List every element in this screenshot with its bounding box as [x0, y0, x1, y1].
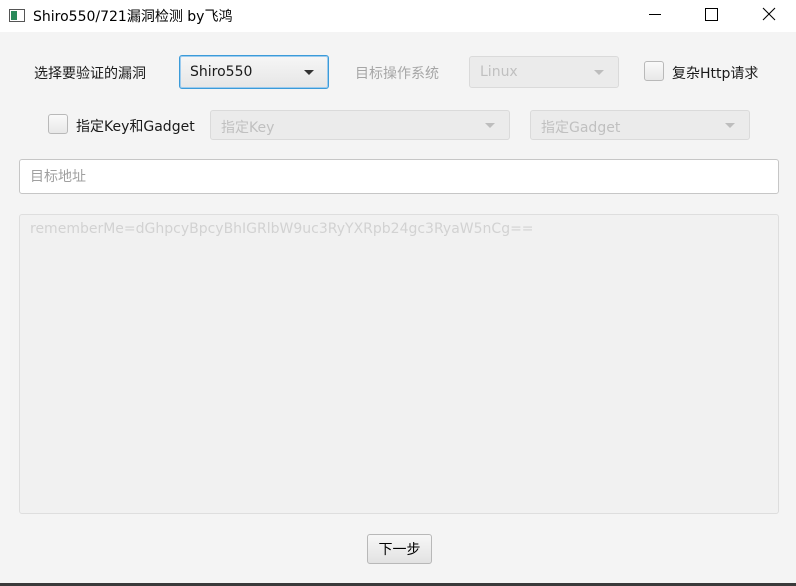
key-select-placeholder: 指定Key: [221, 120, 275, 136]
os-select[interactable]: Linux: [469, 56, 619, 88]
app-icon: [9, 9, 25, 22]
close-button[interactable]: [746, 0, 792, 32]
chevron-down-icon: [485, 123, 495, 128]
minimize-button[interactable]: [632, 0, 678, 32]
payload-textarea[interactable]: [19, 214, 779, 514]
os-select-value: Linux: [480, 64, 518, 80]
close-icon: [762, 7, 776, 21]
vuln-label: 选择要验证的漏洞: [34, 66, 146, 82]
minimize-icon: [649, 14, 661, 15]
complex-http-label[interactable]: 复杂Http请求: [672, 63, 758, 83]
gadget-select-placeholder: 指定Gadget: [541, 120, 621, 136]
vuln-select-value: Shiro550: [190, 64, 253, 80]
maximize-icon: [705, 8, 718, 21]
next-button[interactable]: 下一步: [367, 534, 432, 564]
key-gadget-checkbox[interactable]: [48, 114, 68, 134]
chevron-down-icon: [304, 70, 314, 75]
os-label: 目标操作系统: [355, 66, 439, 82]
vuln-select[interactable]: Shiro550: [179, 55, 329, 89]
target-address-input[interactable]: [19, 159, 779, 194]
complex-http-checkbox[interactable]: [644, 61, 664, 81]
key-select[interactable]: 指定Key: [210, 110, 510, 140]
title-bar[interactable]: Shiro550/721漏洞检测 by飞鸿: [0, 0, 796, 32]
app-window: Shiro550/721漏洞检测 by飞鸿 选择要验证的漏洞 Shiro550 …: [0, 0, 796, 583]
maximize-button[interactable]: [688, 0, 734, 32]
key-gadget-label[interactable]: 指定Key和Gadget: [76, 116, 195, 136]
chevron-down-icon: [594, 70, 604, 75]
window-title: Shiro550/721漏洞检测 by飞鸿: [33, 9, 233, 25]
chevron-down-icon: [725, 123, 735, 128]
gadget-select[interactable]: 指定Gadget: [530, 110, 750, 140]
